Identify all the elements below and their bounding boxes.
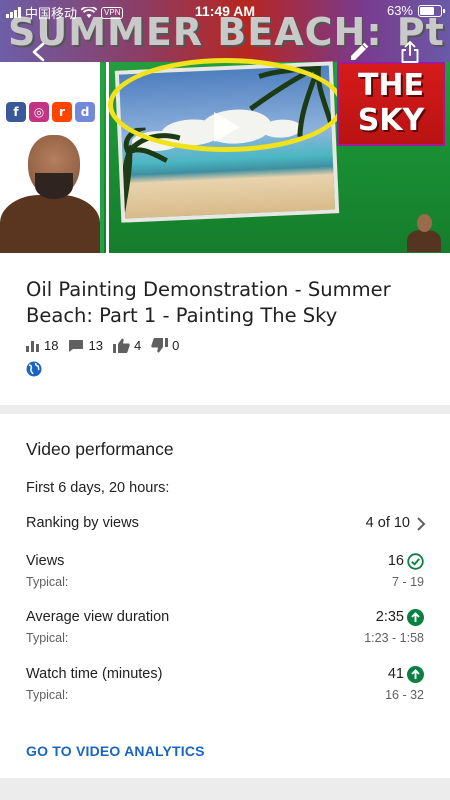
video-performance-card: Video performance First 6 days, 20 hours… — [0, 414, 450, 778]
typical-range: 1:23 - 1:58 — [364, 631, 424, 645]
chevron-right-icon[interactable] — [416, 516, 426, 532]
back-arrow-icon[interactable] — [30, 42, 48, 62]
ranking-value: 4 of 10 — [365, 515, 410, 531]
battery-icon — [418, 4, 445, 17]
metric-value: 41 — [387, 666, 404, 682]
metric-value: 2:35 — [375, 609, 404, 625]
metric-label: Watch time (minutes) — [26, 666, 163, 682]
performance-heading: Video performance — [26, 439, 174, 459]
bottom-divider — [0, 778, 450, 800]
arrow-up-circle-icon — [407, 609, 424, 626]
likes-count: 4 — [133, 338, 142, 353]
social-icons: f ◎ r d — [6, 102, 95, 122]
metric-label: Views — [26, 553, 65, 569]
sky-line-1: THE — [357, 68, 425, 103]
thumbs-down-icon — [151, 338, 169, 353]
battery-percent: 63% — [386, 3, 413, 18]
arrow-up-circle-icon — [407, 666, 424, 683]
typical-label: Typical: — [26, 688, 69, 702]
status-time: 11:49 AM — [194, 3, 256, 19]
likes-stat: 4 — [112, 338, 142, 353]
instagram-icon: ◎ — [29, 102, 49, 122]
metric-row-views: Views Typical: 16 7 - 19 — [26, 553, 424, 593]
comments-count: 13 — [88, 338, 103, 353]
pencil-icon[interactable] — [348, 41, 370, 63]
bar-chart-icon — [26, 341, 39, 352]
ranking-label: Ranking by views — [26, 515, 139, 531]
video-thumbnail[interactable]: SUMMER BEACH: Pt 1 THE SKY f ◎ r d — [0, 0, 450, 253]
presenter-image — [0, 135, 100, 253]
go-to-video-analytics-link[interactable]: GO TO VIDEO ANALYTICS — [26, 743, 205, 759]
status-bar: 中国移动 VPN 11:49 AM 63% — [0, 0, 450, 22]
thumbnail-sky-label: THE SKY — [337, 62, 445, 146]
sky-line-2: SKY — [357, 103, 425, 138]
facebook-icon: f — [6, 102, 26, 122]
typical-range: 7 - 19 — [392, 575, 424, 589]
channel-avatar — [404, 212, 444, 252]
video-title: Oil Painting Demonstration - Summer Beac… — [26, 278, 391, 327]
metric-row-watch-time: Watch time (minutes) Typical: 41 16 - 32 — [26, 666, 424, 706]
typical-label: Typical: — [26, 575, 69, 589]
metric-value: 16 — [387, 553, 404, 569]
metric-label: Average view duration — [26, 609, 170, 625]
reddit-icon: r — [52, 102, 72, 122]
typical-label: Typical: — [26, 631, 69, 645]
video-stats: 18 13 4 0 — [26, 338, 424, 353]
ranking-row[interactable]: Ranking by views 4 of 10 — [26, 515, 426, 537]
dislikes-count: 0 — [172, 338, 180, 353]
performance-period: First 6 days, 20 hours: — [26, 480, 170, 496]
share-icon[interactable] — [399, 40, 421, 64]
dislikes-stat: 0 — [151, 338, 179, 353]
check-circle-icon — [407, 553, 424, 570]
section-divider — [0, 405, 450, 414]
comments-stat: 13 — [68, 338, 103, 353]
views-count: 18 — [44, 338, 59, 353]
discord-icon: d — [75, 102, 95, 122]
video-info: Oil Painting Demonstration - Summer Beac… — [0, 253, 450, 405]
views-stat: 18 — [26, 338, 58, 353]
globe-icon — [26, 361, 42, 377]
play-icon[interactable] — [202, 108, 248, 146]
metric-row-avg-duration: Average view duration Typical: 2:35 1:23… — [26, 609, 424, 649]
typical-range: 16 - 32 — [385, 688, 424, 702]
comment-icon — [69, 339, 84, 352]
thumbs-up-icon — [112, 338, 130, 353]
